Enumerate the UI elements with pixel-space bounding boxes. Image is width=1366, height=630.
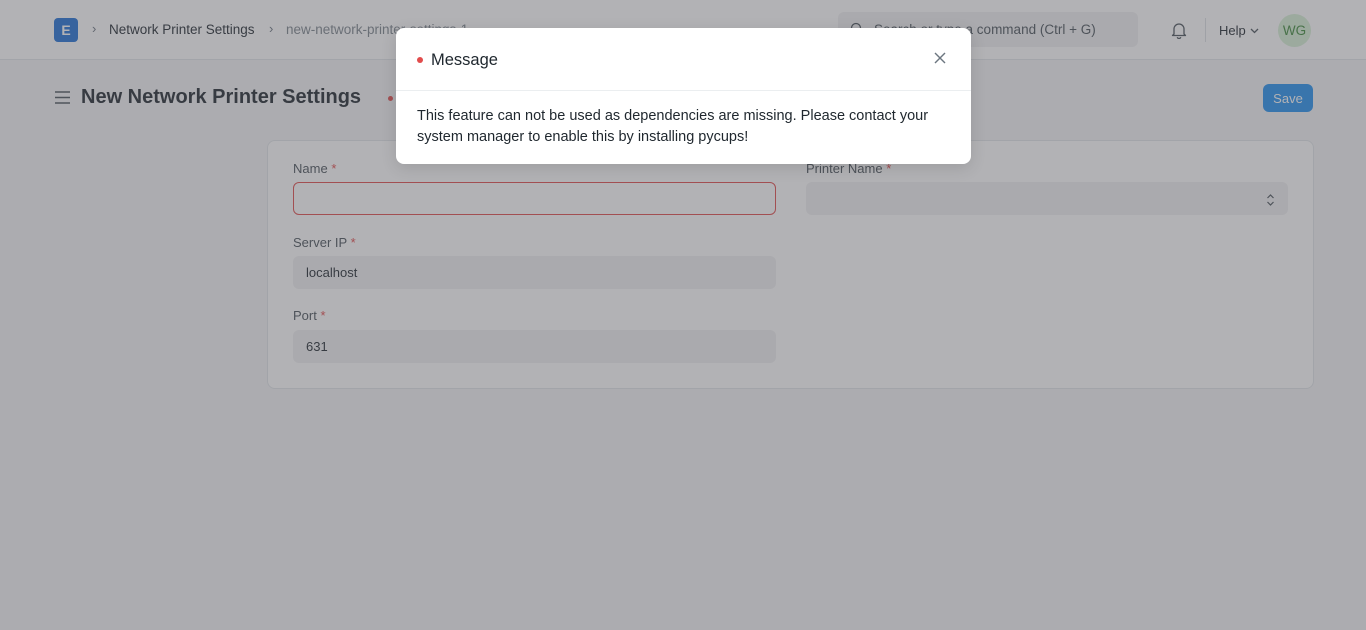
close-icon[interactable] bbox=[932, 50, 948, 66]
dialog-header: Message bbox=[396, 28, 971, 91]
dialog-message: This feature can not be used as dependen… bbox=[417, 108, 929, 145]
dialog-title: Message bbox=[431, 51, 498, 69]
message-dialog: Message This feature can not be used as … bbox=[396, 28, 971, 164]
dialog-indicator bbox=[417, 57, 423, 63]
